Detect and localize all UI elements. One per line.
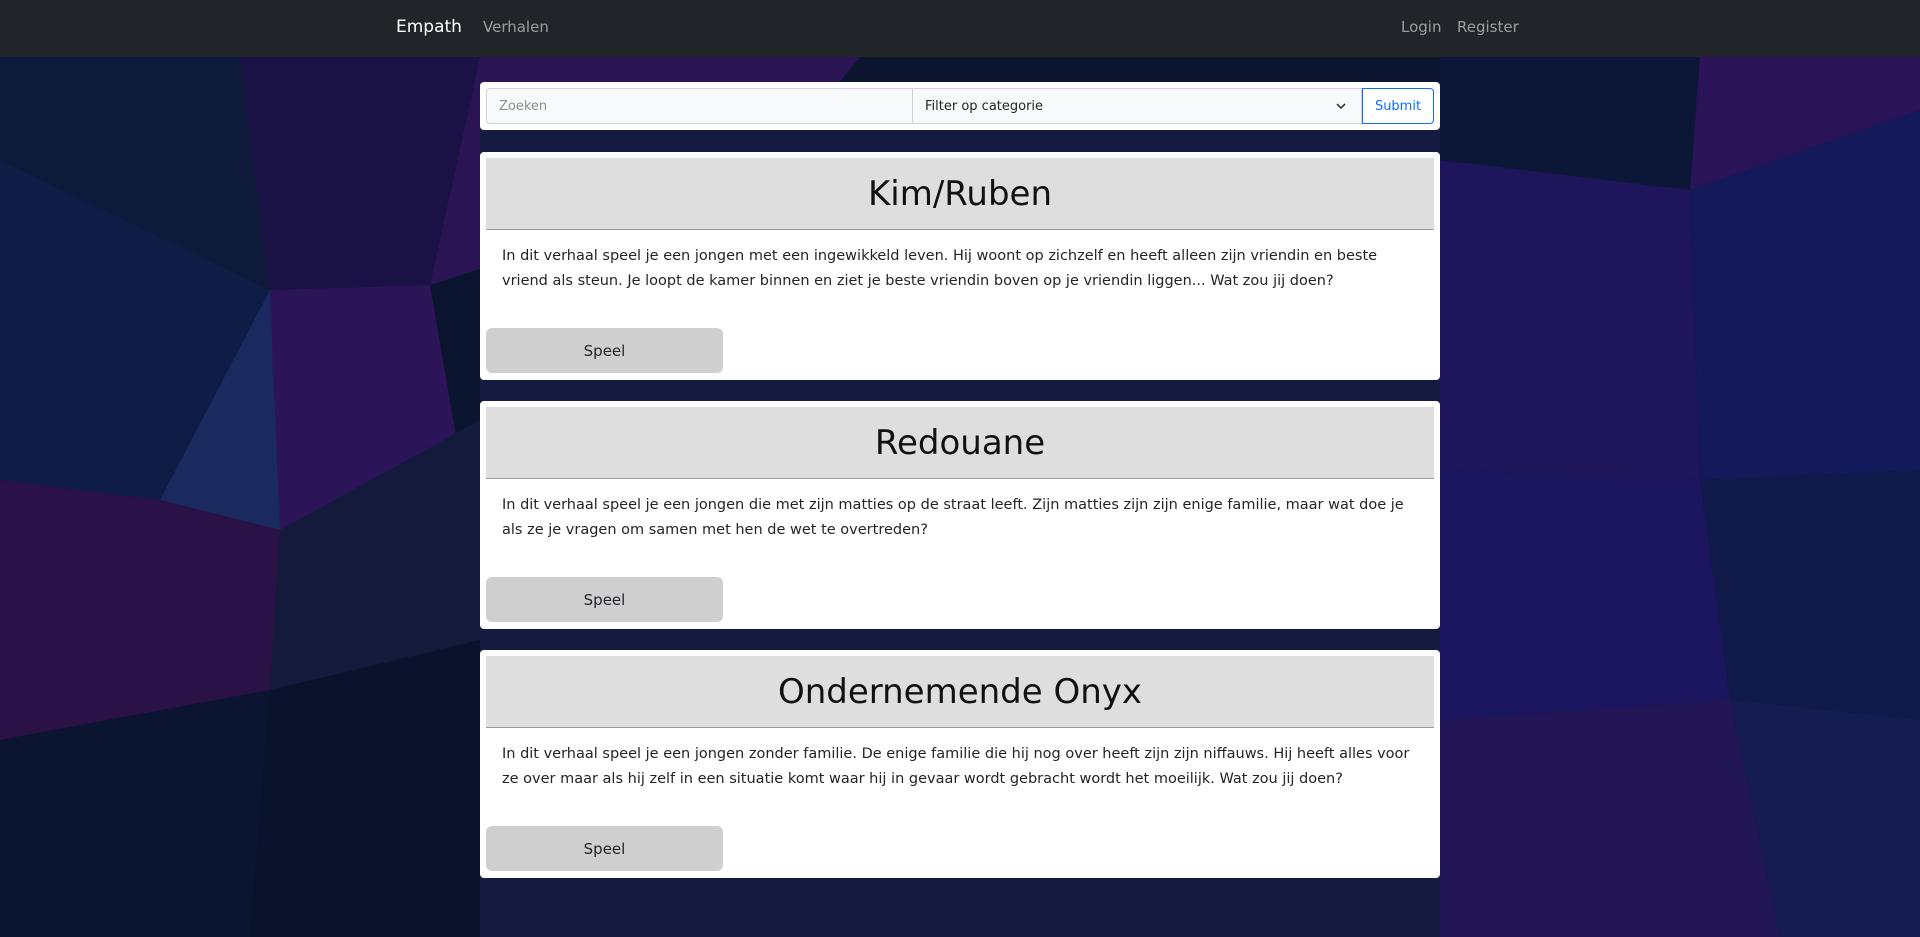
story-card: Kim/Ruben In dit verhaal speel je een jo…	[480, 152, 1440, 380]
story-card-header: Redouane	[486, 407, 1434, 479]
search-input[interactable]	[486, 88, 912, 124]
story-description: In dit verhaal speel je een jongen met e…	[502, 248, 1378, 289]
story-card: Ondernemende Onyx In dit verhaal speel j…	[480, 650, 1440, 878]
story-title: Ondernemende Onyx	[777, 671, 1143, 712]
brand-logo-link[interactable]: Empath	[396, 17, 462, 37]
category-filter-label: Filter op categorie	[925, 98, 1044, 114]
submit-button[interactable]: Submit	[1362, 88, 1434, 124]
story-card: Redouane In dit verhaal speel je een jon…	[480, 401, 1440, 629]
story-title: Redouane	[874, 422, 1046, 463]
play-button[interactable]: Speel	[486, 826, 723, 871]
nav-link-verhalen[interactable]: Verhalen	[483, 18, 549, 36]
nav-link-login[interactable]: Login	[1401, 18, 1441, 36]
category-filter-select[interactable]: Filter op categorie	[912, 88, 1362, 124]
story-description: In dit verhaal speel je een jongen zonde…	[502, 746, 1410, 787]
story-title: Kim/Ruben	[867, 173, 1052, 214]
nav-link-register[interactable]: Register	[1457, 18, 1519, 36]
story-description: In dit verhaal speel je een jongen die m…	[502, 497, 1404, 538]
chevron-down-icon	[1336, 103, 1346, 110]
search-bar: Filter op categorie Submit	[480, 82, 1440, 130]
top-navbar: Empath Verhalen Login Register	[0, 0, 1920, 57]
story-card-header: Kim/Ruben	[486, 158, 1434, 230]
play-button[interactable]: Speel	[486, 328, 723, 373]
story-card-header: Ondernemende Onyx	[486, 656, 1434, 728]
play-button[interactable]: Speel	[486, 577, 723, 622]
